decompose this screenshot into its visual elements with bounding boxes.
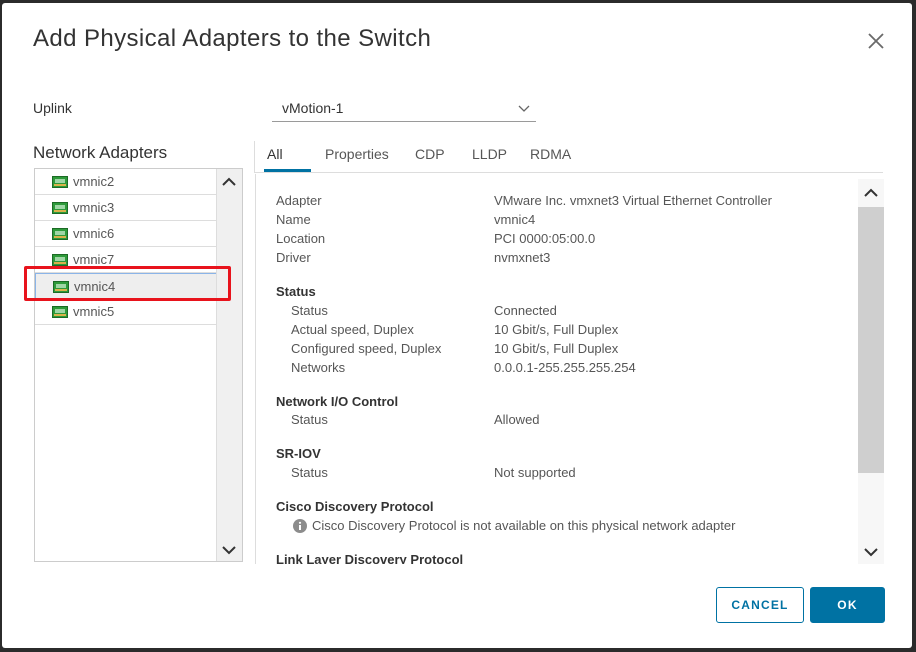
nioc-status-label: Status	[291, 412, 328, 427]
chevron-up-icon[interactable]	[864, 188, 878, 198]
add-physical-adapters-dialog: Add Physical Adapters to the Switch Upli…	[2, 3, 912, 648]
network-adapter-icon	[52, 306, 68, 318]
list-item[interactable]: vmnic7	[35, 247, 217, 273]
sriov-status-label: Status	[291, 465, 328, 480]
list-item[interactable]: vmnic3	[35, 195, 217, 221]
network-adapters-header: Network Adapters	[33, 143, 168, 162]
driver-label: Driver	[276, 250, 311, 265]
list-item-label: vmnic3	[73, 200, 115, 215]
tab-lldp[interactable]: LLDP	[472, 146, 507, 162]
tab-cdp[interactable]: CDP	[415, 146, 445, 162]
list-item-label: vmnic2	[73, 174, 115, 189]
list-item-label: vmnic5	[73, 304, 115, 319]
configured-speed-label: Configured speed, Duplex	[291, 341, 442, 356]
actual-speed-value: 10 Gbit/s, Full Duplex	[494, 322, 619, 337]
network-adapter-icon	[52, 228, 68, 240]
sriov-status-value: Not supported	[494, 465, 576, 480]
active-tab-indicator	[264, 169, 311, 172]
list-item[interactable]: vmnic5	[35, 299, 217, 325]
tab-properties[interactable]: Properties	[325, 146, 389, 162]
list-item-label: vmnic4	[74, 279, 116, 294]
uplink-select[interactable]: vMotion-1	[272, 97, 536, 122]
list-item-label: vmnic6	[73, 226, 115, 241]
networks-value: 0.0.0.1-255.255.255.254	[494, 360, 636, 375]
name-label: Name	[276, 212, 311, 227]
chevron-down-icon	[518, 105, 530, 112]
cdp-section-header: Cisco Discovery Protocol	[276, 499, 434, 514]
network-adapter-icon	[52, 202, 68, 214]
driver-value: nvmxnet3	[494, 250, 551, 265]
dialog-title: Add Physical Adapters to the Switch	[33, 25, 432, 52]
uplink-label: Uplink	[33, 100, 72, 116]
location-label: Location	[276, 231, 326, 246]
actual-speed-label: Actual speed, Duplex	[291, 322, 414, 337]
name-value: vmnic4	[494, 212, 536, 227]
close-icon	[868, 33, 884, 49]
list-item-label: vmnic7	[73, 252, 115, 267]
details-tabs: All Properties CDP LLDP RDMA	[254, 141, 883, 173]
uplink-select-value: vMotion-1	[282, 100, 344, 116]
info-icon	[293, 519, 307, 533]
adapter-value: VMware Inc. vmxnet3 Virtual Ethernet Con…	[494, 193, 772, 208]
networks-label: Networks	[291, 360, 346, 375]
list-item[interactable]: vmnic6	[35, 221, 217, 247]
network-adapter-icon	[52, 254, 68, 266]
nioc-section-header: Network I/O Control	[276, 394, 399, 409]
network-adapters-list: vmnic2 vmnic3 vmnic6 vmnic7 vmnic4 vmnic…	[34, 168, 243, 562]
close-button[interactable]	[864, 29, 888, 53]
network-adapter-icon	[53, 281, 69, 293]
tab-rdma[interactable]: RDMA	[530, 146, 571, 162]
sriov-section-header: SR-IOV	[276, 446, 321, 461]
nioc-status-value: Allowed	[494, 412, 540, 427]
status-value: Connected	[494, 303, 557, 318]
chevron-down-icon[interactable]	[222, 545, 236, 555]
adapter-list-scrollbar[interactable]	[216, 169, 242, 561]
chevron-up-icon[interactable]	[222, 177, 236, 187]
location-value: PCI 0000:05:00.0	[494, 231, 596, 246]
network-adapter-icon	[52, 176, 68, 188]
list-item[interactable]: vmnic2	[35, 169, 217, 195]
details-scrollbar[interactable]	[858, 179, 884, 564]
adapter-label: Adapter	[276, 193, 322, 208]
status-section-header: Status	[276, 284, 316, 299]
configured-speed-value: 10 Gbit/s, Full Duplex	[494, 341, 619, 356]
chevron-down-icon[interactable]	[864, 547, 878, 557]
ok-button[interactable]: OK	[810, 587, 885, 623]
list-item-selected[interactable]: vmnic4	[35, 273, 217, 299]
adapter-details-panel: Adapter VMware Inc. vmxnet3 Virtual Ethe…	[255, 174, 884, 564]
tab-all[interactable]: All	[267, 146, 283, 162]
cdp-message: Cisco Discovery Protocol is not availabl…	[312, 518, 736, 533]
cancel-button[interactable]: CANCEL	[716, 587, 804, 623]
lldp-section-header: Link Layer Discovery Protocol	[276, 552, 464, 564]
details-scrollbar-thumb[interactable]	[858, 207, 884, 473]
status-label: Status	[291, 303, 328, 318]
